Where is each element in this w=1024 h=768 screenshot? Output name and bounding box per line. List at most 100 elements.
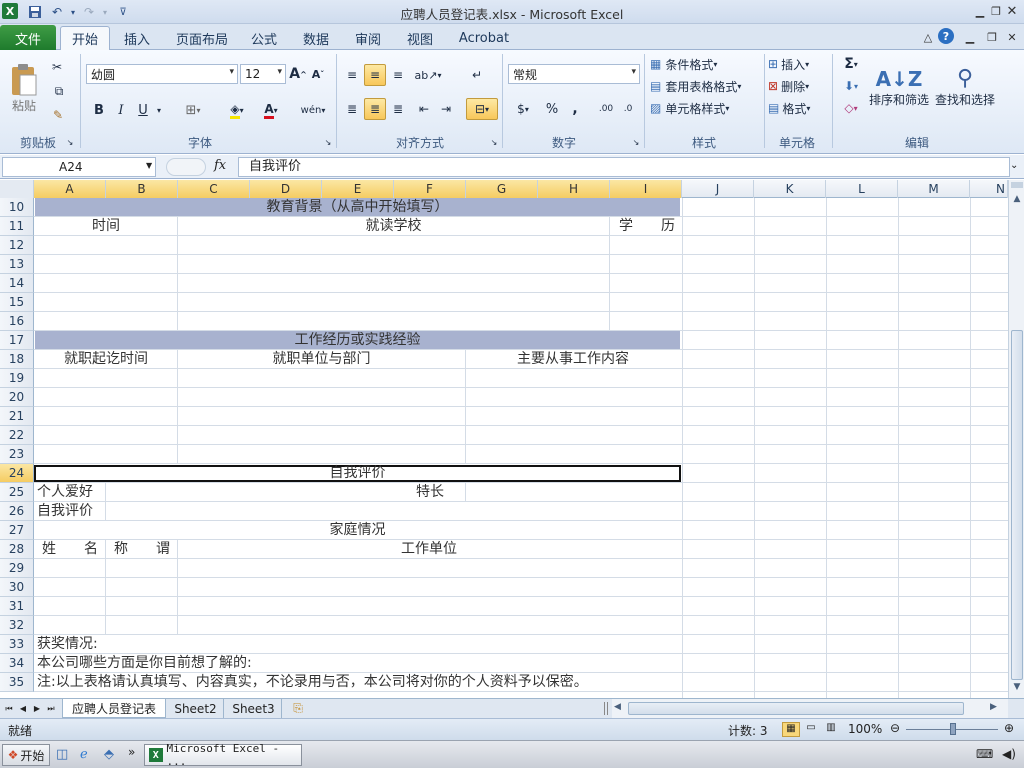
- column-header-d[interactable]: D: [250, 180, 322, 198]
- align-top-icon[interactable]: ≡: [342, 64, 362, 86]
- column-header-g[interactable]: G: [466, 180, 538, 198]
- scroll-thumb[interactable]: [1011, 330, 1023, 680]
- underline-dropdown-icon[interactable]: ▾: [154, 100, 164, 120]
- split-box[interactable]: [1011, 182, 1023, 188]
- sheet-tab-3[interactable]: Sheet3: [226, 699, 282, 718]
- format-cells-button[interactable]: ▤ 格式 ▾: [768, 98, 828, 118]
- expand-formula-icon[interactable]: ⌄: [1010, 160, 1018, 171]
- column-header-c[interactable]: C: [178, 180, 250, 198]
- cell-r34-interests[interactable]: 本公司哪些方面是你目前想了解的:: [37, 654, 252, 673]
- sheet-tab-2[interactable]: Sheet2: [168, 699, 224, 718]
- column-header-n[interactable]: N: [970, 180, 1008, 198]
- select-all-corner[interactable]: [0, 180, 34, 198]
- row-header-12[interactable]: 12: [0, 236, 34, 255]
- row-header-11[interactable]: 11: [0, 217, 34, 236]
- decrease-decimal-icon[interactable]: .0: [618, 98, 638, 120]
- cell-r11-time[interactable]: 时间: [35, 217, 177, 236]
- ie-icon[interactable]: ℯ: [80, 747, 88, 762]
- row-header-19[interactable]: 19: [0, 369, 34, 388]
- scroll-down-icon[interactable]: ▼: [1010, 680, 1024, 694]
- cell-r27-family[interactable]: 家庭情况: [35, 521, 680, 540]
- workbook-minimize-icon[interactable]: ▁: [962, 29, 978, 45]
- column-header-j[interactable]: J: [682, 180, 754, 198]
- tab-data[interactable]: 数据: [296, 26, 336, 50]
- clipboard-launcher-icon[interactable]: ↘: [64, 136, 76, 148]
- format-painter-icon[interactable]: ✎: [48, 106, 68, 124]
- tab-file[interactable]: 文件: [0, 25, 56, 51]
- cell-r25-skill[interactable]: 特长: [394, 483, 466, 502]
- cell-r11-school[interactable]: 就读学校: [178, 217, 609, 236]
- cell-r17-work[interactable]: 工作经历或实践经验: [35, 331, 680, 350]
- paste-button[interactable]: 粘贴: [6, 54, 42, 122]
- last-sheet-icon[interactable]: ⏭: [44, 699, 58, 718]
- help-icon[interactable]: ?: [938, 28, 954, 44]
- orientation-icon[interactable]: ab↗ ▾: [414, 64, 442, 86]
- page-layout-view-icon[interactable]: ▭: [802, 722, 820, 737]
- align-bottom-icon[interactable]: ≡: [388, 64, 408, 86]
- row-header-32[interactable]: 32: [0, 616, 34, 635]
- row-header-26[interactable]: 26: [0, 502, 34, 521]
- column-header-a[interactable]: A: [34, 180, 106, 198]
- column-header-f[interactable]: F: [394, 180, 466, 198]
- align-right-icon[interactable]: ≣: [388, 98, 408, 120]
- zoom-in-icon[interactable]: ⊕: [1004, 721, 1014, 735]
- column-header-b[interactable]: B: [106, 180, 178, 198]
- insert-cells-button[interactable]: ⊞ 插入 ▾: [768, 54, 828, 74]
- row-header-31[interactable]: 31: [0, 597, 34, 616]
- tab-review[interactable]: 审阅: [348, 26, 388, 50]
- column-header-m[interactable]: M: [898, 180, 970, 198]
- row-header-18[interactable]: 18: [0, 350, 34, 369]
- align-middle-icon[interactable]: ≡: [364, 64, 386, 86]
- conditional-format-button[interactable]: ▦ 条件格式 ▾: [650, 54, 754, 74]
- tab-page-layout[interactable]: 页面布局: [170, 26, 234, 50]
- name-box[interactable]: A24: [2, 157, 156, 177]
- row-header-35[interactable]: 35: [0, 673, 34, 692]
- workbook-restore-icon[interactable]: ❐: [984, 29, 1000, 45]
- column-header-h[interactable]: H: [538, 180, 610, 198]
- row-header-25[interactable]: 25: [0, 483, 34, 502]
- row-header-16[interactable]: 16: [0, 312, 34, 331]
- fill-color-icon[interactable]: ◈ ▾: [222, 100, 252, 120]
- hscroll-thumb[interactable]: [628, 702, 964, 715]
- insert-sheet-icon[interactable]: ⎘: [286, 699, 310, 718]
- underline-button[interactable]: U: [134, 100, 152, 120]
- minimize-icon[interactable]: ▁: [972, 3, 988, 19]
- scroll-right-icon[interactable]: ▶: [990, 702, 997, 712]
- formula-input[interactable]: 自我评价: [238, 157, 1010, 177]
- cell-styles-button[interactable]: ▨ 单元格样式 ▾: [650, 98, 754, 118]
- accounting-format-icon[interactable]: $ ▾: [508, 98, 538, 120]
- row-header-17[interactable]: 17: [0, 331, 34, 350]
- increase-decimal-icon[interactable]: .00: [596, 98, 616, 120]
- cell-r18-duty[interactable]: 主要从事工作内容: [466, 350, 680, 369]
- prev-sheet-icon[interactable]: ◀: [16, 699, 30, 718]
- sheet-tab-active[interactable]: 应聘人员登记表: [62, 699, 166, 718]
- number-format-select[interactable]: 常规 ▾: [508, 64, 640, 84]
- cell-r11-education-level[interactable]: 学 历: [614, 217, 680, 236]
- formula-expand-handle[interactable]: [166, 158, 206, 176]
- row-header-13[interactable]: 13: [0, 255, 34, 274]
- font-launcher-icon[interactable]: ↘: [322, 136, 334, 148]
- cell-r18-unit[interactable]: 就职单位与部门: [178, 350, 465, 369]
- zoom-level[interactable]: 100%: [848, 722, 882, 736]
- cell-r28-relation[interactable]: 称 谓: [108, 540, 176, 559]
- row-header-10[interactable]: 10: [0, 198, 34, 217]
- bold-button[interactable]: B: [90, 100, 108, 120]
- italic-button[interactable]: I: [112, 100, 130, 120]
- tab-acrobat[interactable]: Acrobat: [452, 26, 516, 50]
- cell-r24-self-eval[interactable]: 自我评价: [35, 464, 680, 483]
- row-header-33[interactable]: 33: [0, 635, 34, 654]
- horizontal-scrollbar[interactable]: ◀ ▶: [612, 699, 1008, 718]
- font-size-select[interactable]: 12 ▾: [240, 64, 286, 84]
- alignment-launcher-icon[interactable]: ↘: [488, 136, 500, 148]
- restore-icon[interactable]: ❐: [988, 3, 1004, 19]
- column-header-l[interactable]: L: [826, 180, 898, 198]
- percent-button[interactable]: %: [542, 98, 562, 120]
- row-header-15[interactable]: 15: [0, 293, 34, 312]
- merge-center-icon[interactable]: ⊟ ▾: [466, 98, 498, 120]
- align-left-icon[interactable]: ≣: [342, 98, 362, 120]
- show-desktop-icon[interactable]: ◫: [56, 747, 68, 762]
- worksheet-grid[interactable]: 10 11 12 13 14 15 16 17 18 19 20 21 22 2…: [0, 198, 1008, 698]
- vertical-scrollbar[interactable]: ▲ ▼: [1008, 180, 1024, 698]
- cell-r33-awards[interactable]: 获奖情况:: [37, 635, 98, 654]
- row-header-29[interactable]: 29: [0, 559, 34, 578]
